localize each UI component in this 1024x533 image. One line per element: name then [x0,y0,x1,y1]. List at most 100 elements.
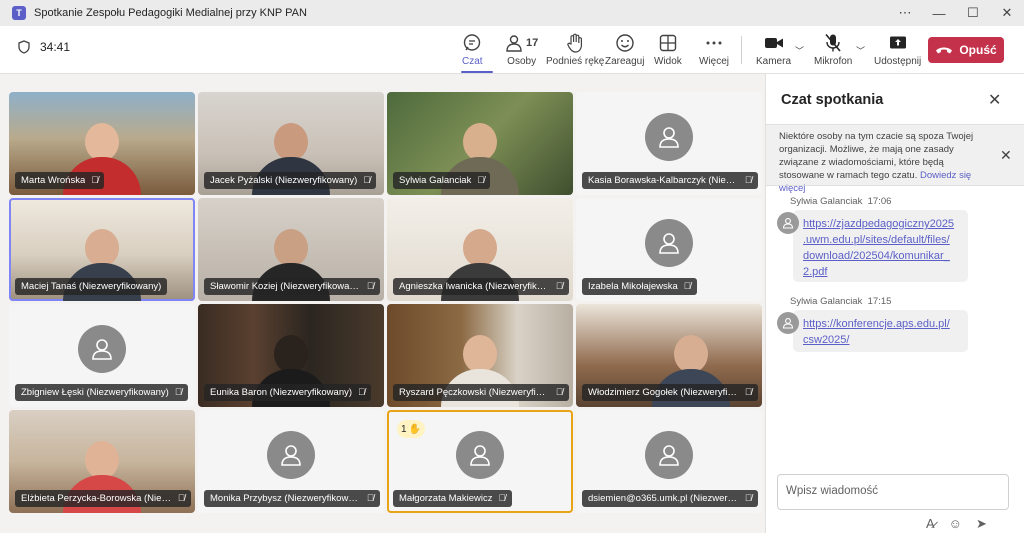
participant-tile[interactable]: Elżbieta Perzycka-Borowska (Niezweryfiko… [9,410,195,513]
share-label: Udostępnij [874,56,922,67]
raised-hand-order: 1 [401,423,407,435]
minimize-button[interactable]: — [922,0,956,26]
participant-tile[interactable]: Kasia Borawska-Kalbarczyk (Niezweryfikow… [576,92,762,195]
participant-name: Kasia Borawska-Kalbarczyk (Niezweryfikow… [588,175,739,186]
participant-name: Eunika Baron (Niezweryfikowany) [210,387,353,398]
raised-hand-badge: 1 ✋ [397,420,426,438]
format-icon[interactable]: A̷ [926,516,935,532]
participant-name: Monika Przybysz (Niezweryfikowany) [210,493,361,504]
more-label: Więcej [699,56,730,67]
mic-button[interactable]: Mikrofon [814,32,852,72]
people-button[interactable]: 17 Osoby [505,32,538,72]
participant-tile[interactable]: dsiemien@o365.umk.pl (Niezweryfikowany) 🎙… [576,410,762,513]
share-button[interactable]: Udostępnij [874,32,921,72]
participant-tile[interactable]: Sylwia Galanciak 🎙̸ [387,92,573,195]
send-icon[interactable]: ➤ [976,516,987,532]
participant-tile[interactable]: 1 ✋ Małgorzata Makiewicz 🎙̸ [387,410,573,513]
participants-grid: Marta Wrońska 🎙̸ Jacek Pyżalski (Niezwery… [9,92,762,514]
message-link-line[interactable]: download/202504/komunikar_ [803,248,958,264]
participant-name: Sławomir Koziej (Niezweryfikowany) [210,281,361,292]
leave-button[interactable]: Opuść [928,37,1004,63]
participant-name: Izabela Mikołajewska [588,281,678,292]
chat-button[interactable]: Czat [462,32,483,72]
message-time: 17:06 [867,196,892,207]
participant-tile[interactable]: Sławomir Koziej (Niezweryfikowany) 🎙̸ [198,198,384,301]
person-icon [659,233,679,255]
people-icon [506,35,522,52]
participant-tile[interactable]: Agnieszka Iwanicka (Niezweryfikowany) 🎙̸ [387,198,573,301]
participant-name-tag: Monika Przybysz (Niezweryfikowany) 🎙̸ [204,490,380,507]
title-bar: T Spotkanie Zespołu Pedagogiki Medialnej… [0,0,1024,26]
ellipsis-icon [706,41,722,45]
composer-tools: A̷ ☺ ➤ [926,516,987,532]
maximize-button[interactable]: ☐ [956,0,990,26]
camera-options-chevron-icon[interactable]: ﹀ [795,44,804,57]
participant-tile[interactable]: Maciej Tanaś (Niezweryfikowany) [9,198,195,301]
message-link-line[interactable]: https://konferencje.aps.edu.pl/ [803,316,958,332]
mic-options-chevron-icon[interactable]: ﹀ [856,44,865,57]
participant-name: Małgorzata Makiewicz [399,493,493,504]
more-options-icon[interactable]: ⋯ [888,0,922,26]
mic-muted-icon: 🎙̸ [177,493,185,504]
window-controls: ⋯ — ☐ ✕ [888,0,1024,26]
message-meta: Sylwia Galanciak 17:15 [790,296,891,307]
participant-name: Marta Wrońska [21,175,86,186]
message-input-placeholder: Wpisz wiadomość [786,485,879,497]
avatar [267,431,315,480]
participant-name-tag: Ryszard Pęczkowski (Niezweryfikowany) 🎙̸ [393,384,569,401]
participant-tile[interactable]: Zbigniew Łęski (Niezweryfikowany) 🎙̸ [9,304,195,407]
participant-name-tag: Sławomir Koziej (Niezweryfikowany) 🎙̸ [204,278,380,295]
mic-muted-icon: 🎙̸ [363,175,371,186]
external-notice: Niektóre osoby na tym czacie są spoza Tw… [766,124,1024,194]
person-icon [92,339,112,361]
teams-logo-icon: T [12,6,26,20]
close-window-button[interactable]: ✕ [990,0,1024,26]
message-link-line[interactable]: csw2025/ [803,332,958,348]
raise-hand-icon [567,33,583,53]
participant-tile[interactable]: Marta Wrońska 🎙̸ [9,92,195,195]
dismiss-notice-icon[interactable]: ✕ [1000,147,1012,164]
participant-name: Jacek Pyżalski (Niezweryfikowany) [210,175,358,186]
chat-label: Czat [462,56,483,67]
message-link-line[interactable]: https://zjazdpedagogiczny2025 [803,216,958,232]
react-label: Zareaguj [605,56,645,67]
message-input[interactable]: Wpisz wiadomość [777,474,1009,510]
message-link-line[interactable]: .uwm.edu.pl/sites/default/files/ [803,232,958,248]
meeting-toolbar: 34:41 Czat 17 Osoby Podnieś rękę Zareagu… [0,26,1024,74]
avatar [78,325,126,374]
participant-name: Ryszard Pęczkowski (Niezweryfikowany) [399,387,550,398]
timer-text: 34:41 [40,40,71,54]
camera-button[interactable]: Kamera [756,32,791,72]
person-icon [659,127,679,149]
participant-tile[interactable]: Jacek Pyżalski (Niezweryfikowany) 🎙̸ [198,92,384,195]
participant-tile[interactable]: Ryszard Pęczkowski (Niezweryfikowany) 🎙̸ [387,304,573,407]
message-link-line[interactable]: 2.pdf [803,264,958,280]
sender-avatar [777,312,799,334]
active-tab-indicator [461,71,493,73]
share-screen-icon [889,36,906,49]
more-button[interactable]: Więcej [699,32,729,72]
participant-tile[interactable]: Eunika Baron (Niezweryfikowany) 🎙̸ [198,304,384,407]
close-chat-icon[interactable]: ✕ [988,90,1001,110]
participant-tile[interactable]: Monika Przybysz (Niezweryfikowany) 🎙̸ [198,410,384,513]
mic-muted-icon: 🎙̸ [477,175,485,186]
participant-tile[interactable]: Izabela Mikołajewska 🎙̸ [576,198,762,301]
mic-muted-icon: 🎙̸ [555,387,563,398]
avatar [456,431,504,480]
phone-hangup-icon [936,47,953,54]
mic-muted-icon: 🎙̸ [744,493,752,504]
participant-name-tag: Włodzimierz Gogołek (Niezweryfikowany) 🎙̸ [582,384,758,401]
person-icon [782,218,794,229]
participant-name: Zbigniew Łęski (Niezweryfikowany) [21,387,169,398]
view-button[interactable]: Widok [654,32,682,72]
window-title: Spotkanie Zespołu Pedagogiki Medialnej p… [34,7,307,19]
video-camera-icon [764,38,783,48]
shield-icon [18,40,30,54]
react-button[interactable]: Zareaguj [605,32,644,72]
participant-tile[interactable]: Włodzimierz Gogołek (Niezweryfikowany) 🎙̸ [576,304,762,407]
emoji-icon[interactable]: ☺ [949,516,962,532]
participant-name-tag: Marta Wrońska 🎙̸ [15,172,105,189]
raise-hand-button[interactable]: Podnieś rękę [546,32,604,72]
mic-muted-icon: 🎙̸ [174,387,182,398]
participant-name-tag: Zbigniew Łęski (Niezweryfikowany) 🎙̸ [15,384,188,401]
